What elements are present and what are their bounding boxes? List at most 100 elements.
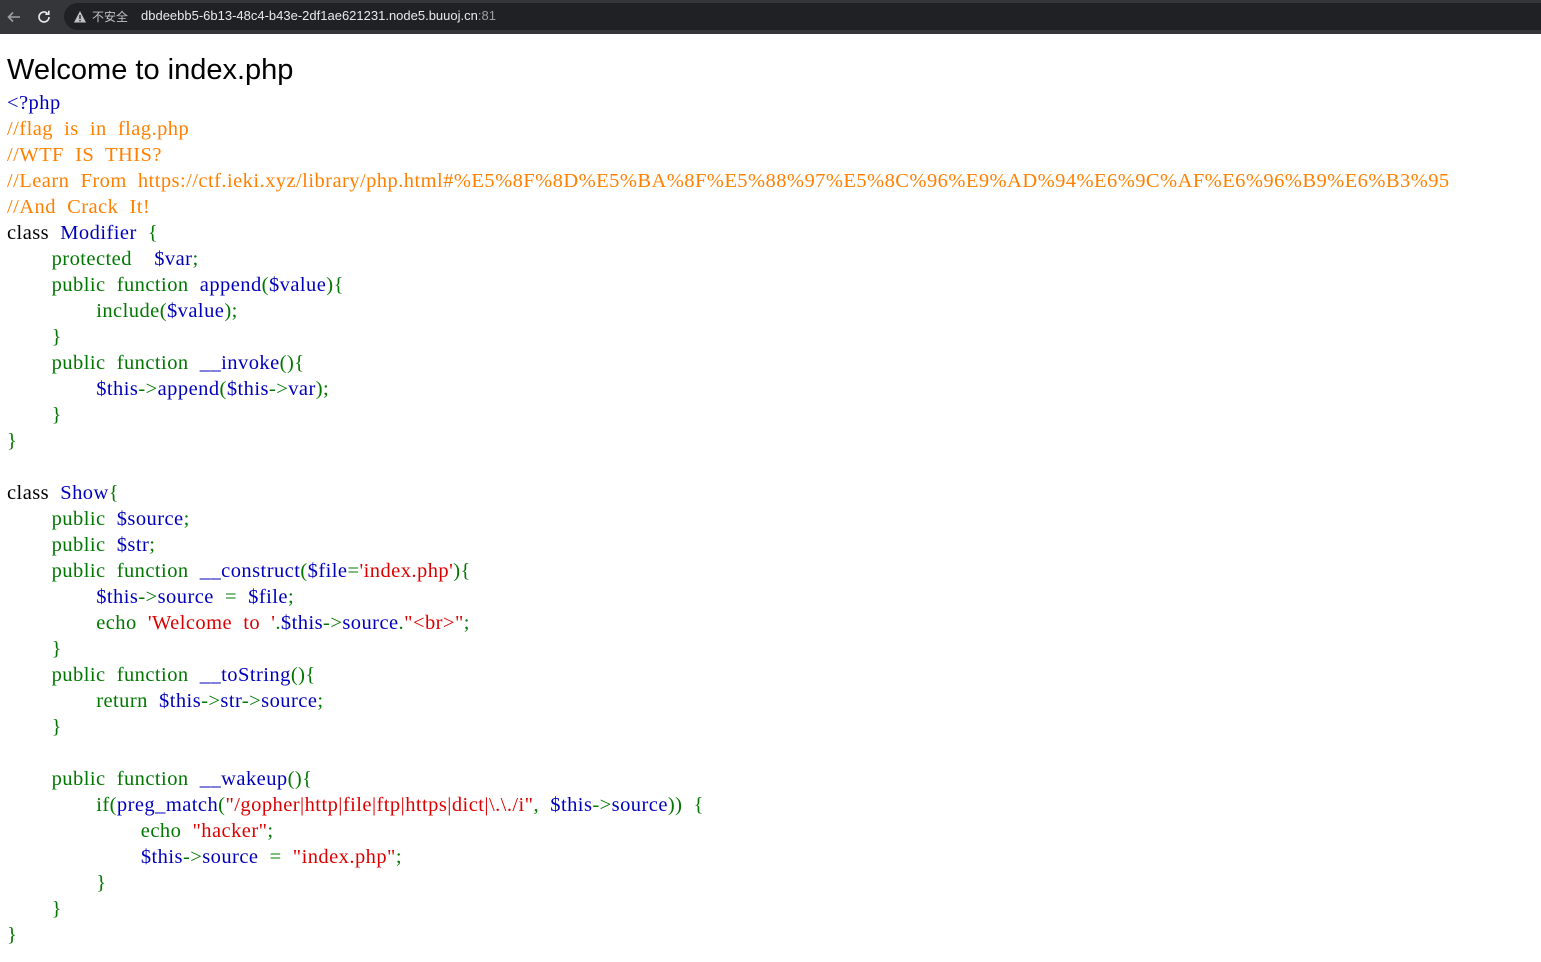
- code-token: append: [199, 274, 262, 296]
- code-line: }: [7, 428, 1450, 454]
- code-token: __toString: [199, 664, 291, 686]
- code-token: );: [224, 300, 238, 322]
- code-token: "index.php": [292, 846, 396, 868]
- code-token: 'index.php': [359, 560, 454, 582]
- code-token: $this: [159, 690, 202, 712]
- code-token: $this: [140, 846, 183, 868]
- code-line: //flag is in flag.php: [7, 116, 1450, 142]
- code-token: }: [7, 430, 18, 452]
- code-token: ->: [138, 378, 158, 400]
- code-line: $this->source = "index.php";: [7, 844, 1450, 870]
- code-token: $value: [268, 274, 327, 296]
- code-token: {: [108, 482, 120, 504]
- code-token: str: [220, 690, 242, 712]
- code-line: <?php: [7, 90, 1450, 116]
- code-token: ;: [317, 690, 324, 712]
- url-text[interactable]: dbdeebb5-6b13-48c4-b43e-2df1ae621231.nod…: [141, 8, 496, 23]
- code-token: }: [7, 404, 62, 426]
- code-token: $var: [154, 248, 193, 270]
- code-token: include(: [7, 300, 167, 322]
- code-token: ){: [326, 274, 344, 296]
- url-port: :81: [477, 8, 496, 23]
- code-line: $this->source = $file;: [7, 584, 1450, 610]
- code-token: public function: [7, 560, 200, 582]
- code-line: //Learn From https://ctf.ieki.xyz/librar…: [7, 168, 1450, 194]
- code-token: 'Welcome to ': [147, 612, 276, 634]
- code-line: }: [7, 870, 1450, 896]
- code-token: echo: [7, 612, 148, 634]
- code-token: =: [269, 846, 293, 868]
- code-line: public function __toString(){: [7, 662, 1450, 688]
- code-token: $value: [166, 300, 225, 322]
- code-line: if(preg_match("/gopher|http|file|ftp|htt…: [7, 792, 1450, 818]
- code-token: <?php: [7, 92, 61, 114]
- code-line: return $this->str->source;: [7, 688, 1450, 714]
- code-line: }: [7, 922, 1450, 948]
- code-line: public function append($value){: [7, 272, 1450, 298]
- code-line: }: [7, 402, 1450, 428]
- warning-triangle-icon[interactable]: [73, 9, 87, 28]
- code-line: public $str;: [7, 532, 1450, 558]
- code-token: $this: [550, 794, 593, 816]
- code-token: "hacker": [192, 820, 268, 842]
- code-token: }: [7, 898, 62, 920]
- code-token: __invoke: [199, 352, 280, 374]
- code-token: ;: [149, 534, 156, 556]
- code-token: $this: [96, 586, 139, 608]
- code-token: ->: [323, 612, 343, 634]
- code-token: source: [202, 846, 270, 868]
- code-token: }: [7, 716, 62, 738]
- code-token: ->: [268, 378, 289, 400]
- code-token: public function: [7, 664, 200, 686]
- code-token: ;: [287, 586, 295, 608]
- code-token: ;: [463, 612, 470, 634]
- code-line: include($value);: [7, 298, 1450, 324]
- code-token: //Learn From https://ctf.ieki.xyz/librar…: [7, 170, 1450, 192]
- code-token: (: [219, 378, 227, 400]
- code-token: Show: [60, 482, 109, 504]
- php-source-code: <?php //flag is in flag.php //WTF IS THIS?…: [7, 90, 1450, 948]
- code-token: (){: [279, 352, 305, 374]
- code-token: __wakeup: [199, 768, 288, 790]
- code-token: );: [315, 378, 330, 400]
- code-token: =: [347, 560, 360, 582]
- browser-toolbar: 不安全 dbdeebb5-6b13-48c4-b43e-2df1ae621231…: [0, 0, 1541, 34]
- reload-button[interactable]: [30, 0, 58, 34]
- code-token: "/gopher|http|file|ftp|https|dict|\.\./i…: [225, 794, 534, 816]
- code-token: }: [7, 326, 62, 348]
- code-line: public function __invoke(){: [7, 350, 1450, 376]
- code-token: (){: [287, 768, 313, 790]
- address-bar[interactable]: 不安全 dbdeebb5-6b13-48c4-b43e-2df1ae621231…: [64, 3, 1541, 30]
- code-token: ;: [192, 248, 199, 270]
- code-token: protected: [7, 248, 155, 270]
- code-token: return: [7, 690, 159, 712]
- code-token: if(: [7, 794, 117, 816]
- code-line: public function __construct($file='index…: [7, 558, 1450, 584]
- code-token: public: [7, 534, 117, 556]
- code-line: class Modifier {: [7, 220, 1450, 246]
- code-token: ;: [267, 820, 274, 842]
- code-token: {: [147, 222, 159, 244]
- code-token: $source: [116, 508, 184, 530]
- code-token: ->: [241, 690, 262, 712]
- back-button[interactable]: [0, 0, 28, 34]
- code-token: "<br>": [404, 612, 464, 634]
- code-line: }: [7, 636, 1450, 662]
- code-token: Modifier: [60, 222, 148, 244]
- code-token: source: [611, 794, 668, 816]
- code-token: var: [288, 378, 316, 400]
- code-line: }: [7, 324, 1450, 350]
- code-token: (){: [290, 664, 316, 686]
- code-token: ->: [592, 794, 612, 816]
- page-heading: Welcome to index.php: [7, 54, 294, 86]
- security-label[interactable]: 不安全: [92, 8, 128, 25]
- code-token: echo: [7, 820, 193, 842]
- code-token: //WTF IS THIS?: [7, 144, 162, 166]
- code-line: //And Crack It!: [7, 194, 1450, 220]
- code-token: source: [157, 586, 225, 608]
